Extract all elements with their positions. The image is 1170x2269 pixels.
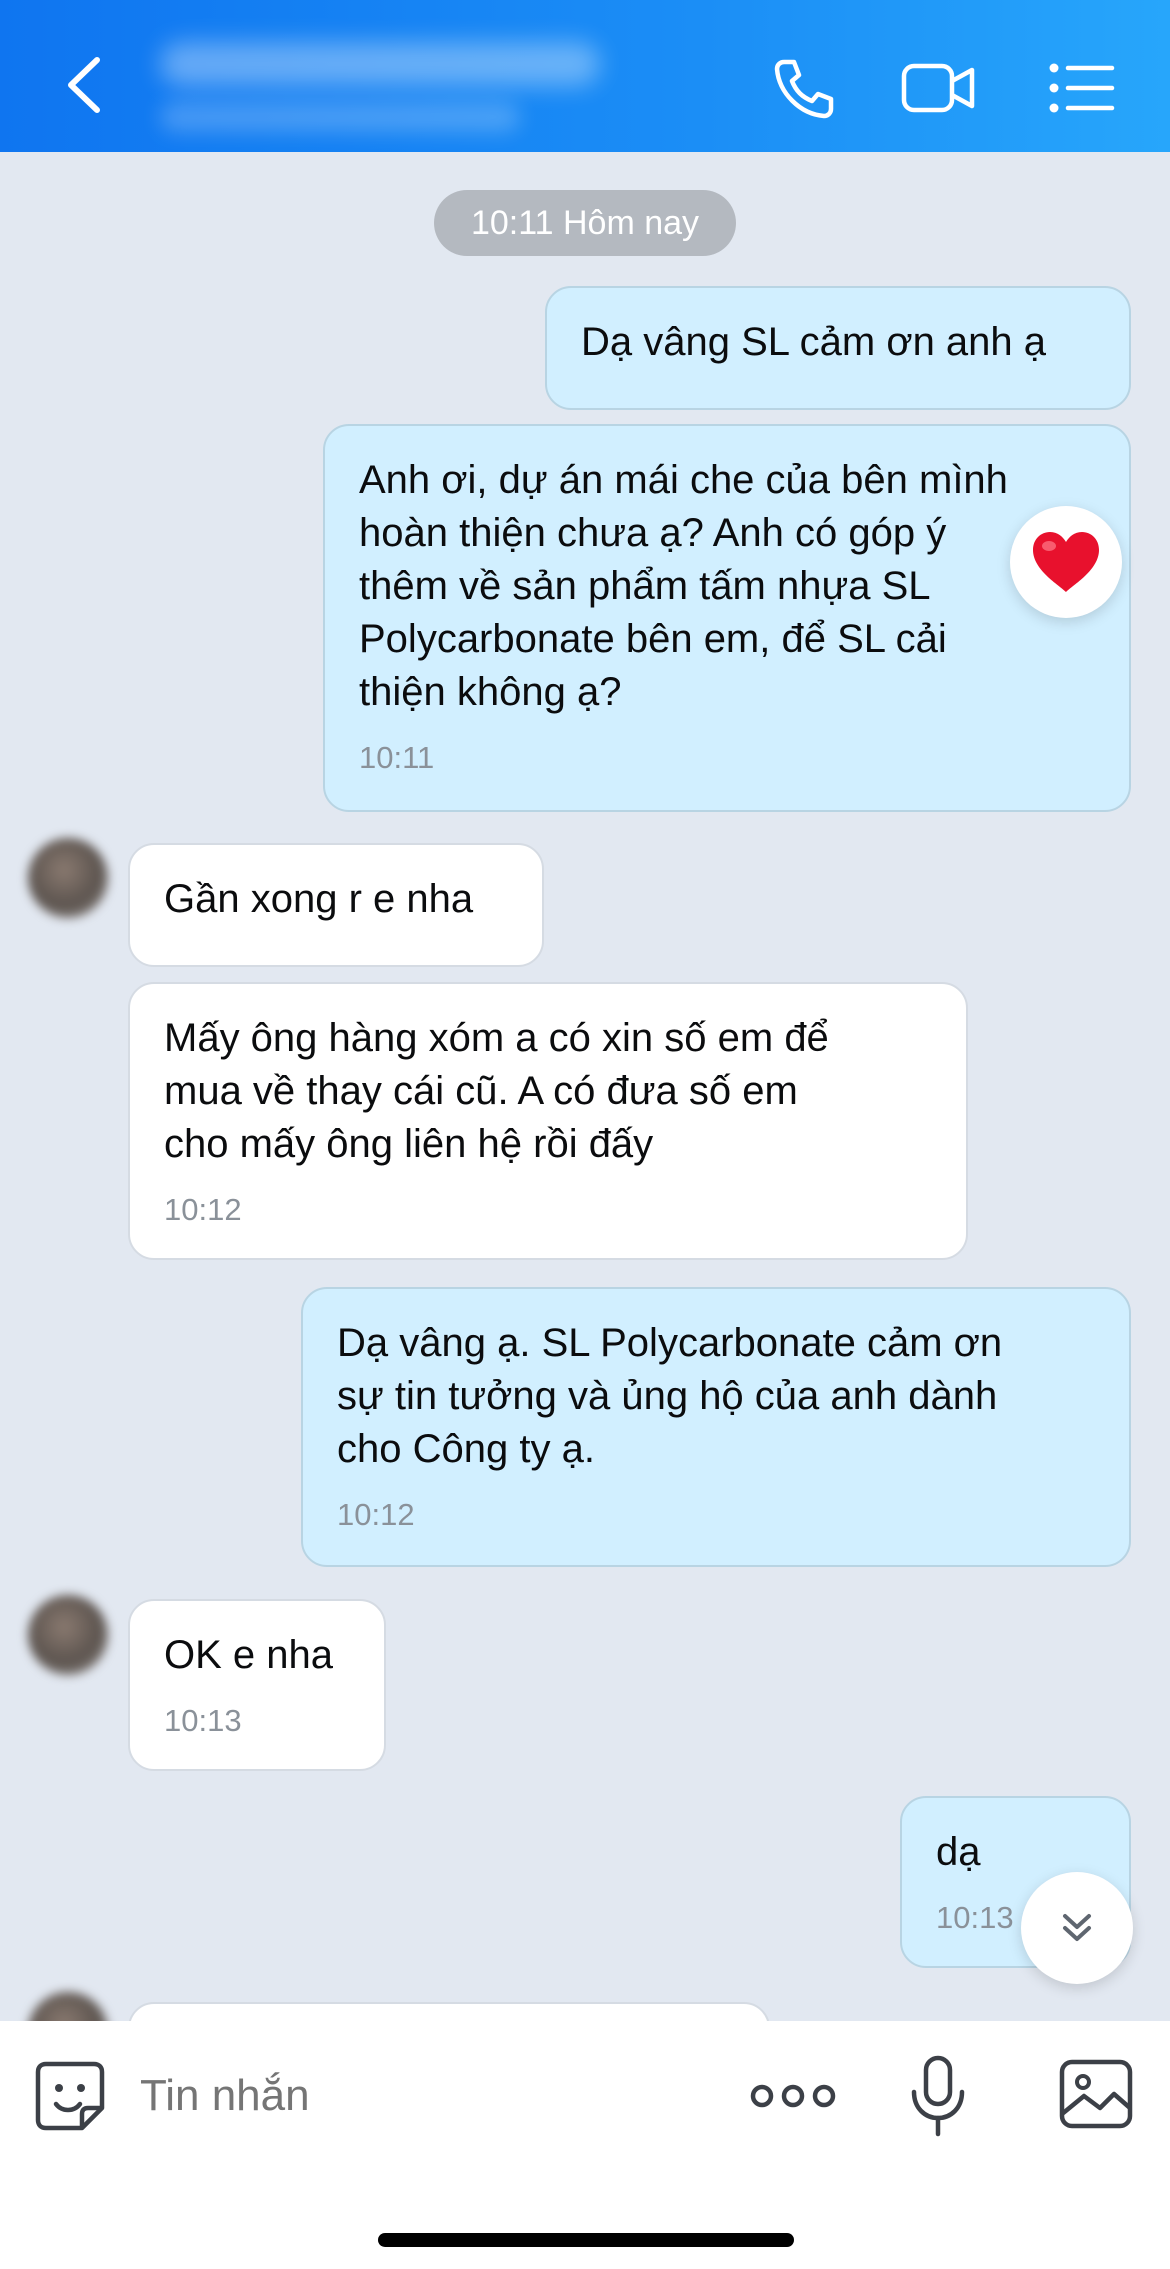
message-text: Polycarbonate bên em, để SL cải bbox=[359, 617, 947, 661]
message-text: sự tin tưởng và ủng hộ của anh dành bbox=[337, 1374, 998, 1418]
message-text: OK e nha bbox=[164, 1633, 334, 1677]
reaction-badge[interactable] bbox=[1010, 506, 1122, 618]
menu-button[interactable] bbox=[1040, 48, 1120, 128]
sticker-icon bbox=[35, 2061, 105, 2131]
outgoing-message[interactable]: Dạ vâng SL cảm ơn anh ạ bbox=[545, 286, 1131, 410]
contact-name-blurred[interactable] bbox=[160, 42, 600, 86]
message-text: thêm về sản phẩm tấm nhựa SL bbox=[359, 564, 931, 608]
avatar[interactable] bbox=[28, 1595, 108, 1675]
chat-header bbox=[0, 0, 1170, 152]
phone-icon bbox=[774, 59, 834, 119]
video-call-button[interactable] bbox=[898, 48, 978, 128]
contact-status-blurred bbox=[160, 102, 520, 132]
heart-icon bbox=[1033, 532, 1099, 592]
message-text: Gần xong r e nha bbox=[164, 877, 474, 921]
date-separator: 10:11 Hôm nay bbox=[434, 190, 736, 256]
microphone-icon bbox=[911, 2055, 965, 2137]
scroll-to-bottom-button[interactable] bbox=[1021, 1872, 1133, 1984]
message-text: Dạ vâng SL cảm ơn anh ạ bbox=[581, 320, 1047, 364]
sticker-button[interactable] bbox=[32, 2058, 108, 2134]
message-text: Dạ vâng ạ. SL Polycarbonate cảm ơn bbox=[337, 1321, 1003, 1365]
outgoing-message[interactable]: Anh ơi, dự án mái che của bên mình hoàn … bbox=[323, 424, 1131, 812]
message-text: Anh ơi, dự án mái che của bên mình bbox=[359, 458, 1008, 502]
message-time: 10:12 bbox=[337, 1497, 415, 1532]
list-menu-icon bbox=[1049, 63, 1115, 113]
double-chevron-down-icon bbox=[1063, 1914, 1091, 1941]
message-text: mua về thay cái cũ. A có đưa số em bbox=[164, 1069, 798, 1113]
outgoing-message[interactable]: Dạ vâng ạ. SL Polycarbonate cảm ơn sự ti… bbox=[301, 1287, 1131, 1567]
more-dots-icon bbox=[750, 2084, 836, 2108]
call-button[interactable] bbox=[762, 48, 842, 128]
message-time: 10:11 bbox=[359, 740, 435, 775]
message-text: Mấy ông hàng xóm a có xin số em để bbox=[164, 1016, 829, 1060]
message-input[interactable] bbox=[140, 2068, 560, 2124]
composer-bar bbox=[0, 2021, 1170, 2269]
voice-button[interactable] bbox=[908, 2054, 968, 2138]
message-text: thiện không ạ? bbox=[359, 670, 622, 714]
chevron-left-icon bbox=[68, 57, 100, 113]
message-text: hoàn thiện chưa ạ? Anh có góp ý bbox=[359, 511, 947, 555]
message-time: 10:12 bbox=[164, 1192, 242, 1227]
avatar[interactable] bbox=[28, 838, 108, 918]
incoming-message[interactable]: Mấy ông hàng xóm a có xin số em để mua v… bbox=[128, 982, 968, 1260]
back-button[interactable] bbox=[55, 50, 115, 120]
image-icon bbox=[1059, 2059, 1133, 2129]
image-button[interactable] bbox=[1058, 2058, 1134, 2130]
message-text: cho Công ty ạ. bbox=[337, 1427, 595, 1471]
incoming-message[interactable]: OK e nha 10:13 bbox=[128, 1599, 386, 1771]
message-text: cho mấy ông liên hệ rồi đấy bbox=[164, 1122, 654, 1166]
message-text: dạ bbox=[936, 1830, 981, 1874]
more-button[interactable] bbox=[748, 2076, 838, 2116]
video-camera-icon bbox=[901, 63, 975, 113]
incoming-message[interactable]: Gần xong r e nha bbox=[128, 843, 544, 967]
message-time: 10:13 bbox=[164, 1703, 242, 1738]
home-indicator[interactable] bbox=[378, 2233, 794, 2247]
